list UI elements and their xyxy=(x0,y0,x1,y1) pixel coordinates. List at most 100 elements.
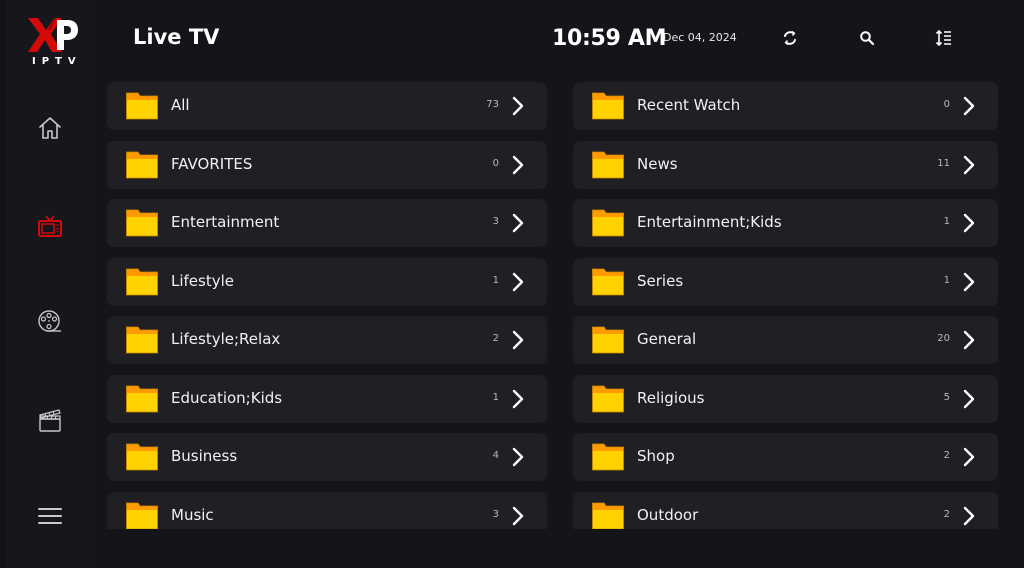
category-row-entertainment-kids[interactable]: Entertainment;Kids 1 xyxy=(573,199,998,247)
logo-subtitle: IPTV xyxy=(32,56,82,67)
category-label: Religious xyxy=(637,388,705,407)
category-count: 11 xyxy=(937,157,950,169)
app-logo: IPTV xyxy=(26,16,82,72)
folder-icon xyxy=(592,502,624,529)
folder-icon xyxy=(126,268,158,295)
chevron-right-icon xyxy=(963,447,975,467)
sort-button[interactable] xyxy=(932,26,956,50)
category-count: 4 xyxy=(492,450,499,461)
category-count: 2 xyxy=(943,450,950,461)
folder-icon xyxy=(592,151,624,178)
category-row-music[interactable]: Music 3 xyxy=(107,491,547,529)
category-label: Education;Kids xyxy=(171,388,283,407)
category-label: Business xyxy=(171,447,238,465)
category-label: Lifestyle;Relax xyxy=(171,330,281,348)
category-count: 5 xyxy=(943,391,950,403)
category-count: 3 xyxy=(492,216,499,227)
chevron-right-icon xyxy=(963,506,975,525)
category-row-lifestyle[interactable]: Lifestyle 1 xyxy=(107,257,547,306)
category-count: 73 xyxy=(486,99,499,110)
category-label: FAVORITES xyxy=(171,154,253,173)
folder-icon xyxy=(126,326,158,354)
category-label: Outdoor xyxy=(637,505,699,524)
chevron-right-icon xyxy=(512,447,524,467)
category-label: Lifestyle xyxy=(171,271,235,290)
refresh-icon xyxy=(784,30,796,46)
chevron-right-icon xyxy=(963,330,975,350)
category-label: Recent Watch xyxy=(637,96,741,114)
category-row-general[interactable]: General 20 xyxy=(573,316,998,364)
chevron-right-icon xyxy=(512,155,524,174)
category-count: 1 xyxy=(492,391,499,403)
category-label: Music xyxy=(171,505,214,524)
category-row-business[interactable]: Business 4 xyxy=(107,433,547,481)
folder-icon xyxy=(126,443,158,471)
category-label: Series xyxy=(637,271,684,290)
category-row-news[interactable]: News 11 xyxy=(573,140,998,189)
category-row-all[interactable]: All 73 xyxy=(107,82,547,130)
search-button[interactable] xyxy=(855,26,879,50)
category-row-series[interactable]: Series 1 xyxy=(573,257,998,306)
chevron-right-icon xyxy=(512,330,524,350)
search-icon xyxy=(860,31,875,46)
tv-icon xyxy=(38,215,62,237)
folder-icon xyxy=(126,209,158,237)
clock-time: 10:59 AM xyxy=(552,26,667,51)
chevron-right-icon xyxy=(963,155,975,174)
chevron-right-icon xyxy=(512,96,524,116)
category-count: 1 xyxy=(943,216,950,227)
category-count: 0 xyxy=(943,99,950,110)
category-row-religious[interactable]: Religious 5 xyxy=(573,374,998,423)
category-list[interactable]: All 73 FAVORITES 0 Entertainment 3 Lifes… xyxy=(107,82,998,529)
category-column-left: All 73 FAVORITES 0 Entertainment 3 Lifes… xyxy=(107,82,547,529)
chevron-right-icon xyxy=(512,506,524,525)
category-count: 0 xyxy=(492,157,499,169)
film-reel-icon xyxy=(38,310,61,332)
chevron-right-icon xyxy=(963,389,975,408)
sidebar-item-menu[interactable] xyxy=(34,500,66,532)
home-icon xyxy=(39,117,61,139)
sidebar-item-movies[interactable] xyxy=(34,306,66,338)
category-label: Shop xyxy=(637,447,675,465)
page-title: Live TV xyxy=(133,25,220,49)
category-count: 1 xyxy=(943,274,950,286)
hamburger-menu-icon xyxy=(38,508,62,524)
clock-date: Dec 04, 2024 xyxy=(663,31,737,44)
folder-icon xyxy=(592,385,624,412)
category-label: Entertainment;Kids xyxy=(637,213,782,231)
refresh-button[interactable] xyxy=(778,26,802,50)
category-label: Entertainment xyxy=(171,213,280,231)
category-count: 2 xyxy=(492,333,499,344)
sidebar-item-live-tv[interactable] xyxy=(34,210,66,242)
chevron-right-icon xyxy=(512,213,524,233)
category-row-favorites[interactable]: FAVORITES 0 xyxy=(107,140,547,189)
sidebar-item-home[interactable] xyxy=(34,112,66,144)
category-label: News xyxy=(637,154,678,173)
chevron-right-icon xyxy=(963,213,975,233)
category-label: All xyxy=(171,96,190,114)
category-count: 20 xyxy=(937,333,950,344)
folder-icon xyxy=(126,151,158,178)
folder-icon xyxy=(126,502,158,529)
folder-icon xyxy=(592,92,624,120)
folder-icon xyxy=(126,92,158,120)
category-row-lifestyle-relax[interactable]: Lifestyle;Relax 2 xyxy=(107,316,547,364)
chevron-right-icon xyxy=(963,272,975,291)
sidebar-item-series[interactable] xyxy=(34,404,66,436)
category-row-shop[interactable]: Shop 2 xyxy=(573,433,998,481)
category-row-entertainment[interactable]: Entertainment 3 xyxy=(107,199,547,247)
category-label: General xyxy=(637,330,697,348)
sidebar: IPTV xyxy=(0,0,96,568)
chevron-right-icon xyxy=(512,389,524,408)
category-row-recent-watch[interactable]: Recent Watch 0 xyxy=(573,82,998,130)
category-count: 1 xyxy=(492,274,499,286)
header: Live TV 10:59 AM Dec 04, 2024 xyxy=(96,0,1024,78)
chevron-right-icon xyxy=(963,96,975,116)
folder-icon xyxy=(592,209,624,237)
category-count: 2 xyxy=(943,508,950,520)
sort-icon xyxy=(935,29,951,47)
category-row-outdoor[interactable]: Outdoor 2 xyxy=(573,491,998,529)
category-row-education-kids[interactable]: Education;Kids 1 xyxy=(107,374,547,423)
folder-icon xyxy=(126,385,158,412)
folder-icon xyxy=(592,268,624,295)
